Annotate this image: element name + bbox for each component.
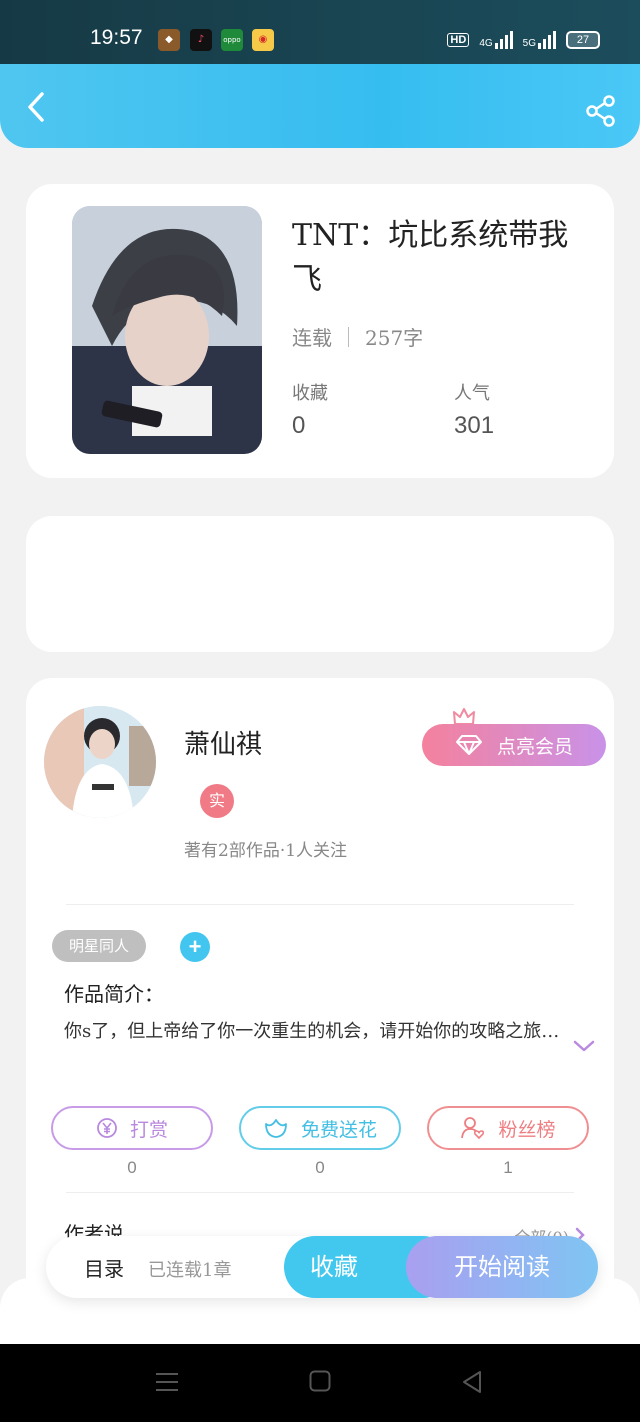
genre-tag[interactable]: 明星同人 — [52, 930, 146, 962]
fans-ranking-button[interactable]: 粉丝榜 — [427, 1106, 589, 1150]
cover-photo — [72, 206, 262, 454]
share-button[interactable] — [584, 94, 618, 128]
author-meta: 著有2部作品·1人关注 — [184, 841, 348, 861]
tip-button[interactable]: 打赏 — [51, 1106, 213, 1150]
chapter-count: 已连载1章 — [148, 1260, 232, 1281]
divider — [66, 904, 574, 905]
top-header — [0, 64, 640, 148]
author-avatar[interactable] — [44, 706, 156, 818]
fans-label: 粉丝榜 — [498, 1118, 556, 1141]
oppo-app-icon: oppo — [221, 29, 243, 51]
flower-label: 免费送花 — [300, 1118, 377, 1141]
diamond-icon — [455, 735, 482, 755]
back-button[interactable] — [22, 90, 52, 124]
divider — [348, 326, 349, 347]
system-nav-bar — [0, 1344, 640, 1422]
avatar-photo — [44, 706, 156, 818]
tip-count: 0 — [127, 1158, 137, 1177]
battery-icon: 27 — [566, 31, 600, 49]
verified-badge: 实 — [200, 784, 234, 818]
status-time: 19:57 — [90, 26, 143, 49]
intro-text: 你s了，但上帝给了你一次重生的机会，请开始你的攻略之旅… — [64, 1021, 560, 1042]
flower-icon — [265, 1119, 287, 1138]
game-app-icon: ◆ — [158, 29, 180, 51]
status-indicators: HD 4G 5G 27 — [447, 28, 600, 52]
home-icon[interactable] — [309, 1370, 331, 1392]
fans-count: 1 — [503, 1158, 513, 1177]
status-bar: 19:57 ◆ ♪ oppo ◉ HD 4G 5G 27 — [0, 0, 640, 64]
tiktok-app-icon: ♪ — [190, 29, 212, 51]
back-triangle-icon[interactable] — [461, 1370, 483, 1394]
book-info-card: TNT：坑比系统带我飞 连载 257字 收藏 0 人气 301 — [26, 184, 614, 478]
hd-icon: HD — [447, 33, 470, 47]
flower-count: 0 — [315, 1158, 325, 1177]
word-count: 257字 — [365, 326, 424, 350]
vip-button-label: 点亮会员 — [496, 735, 573, 758]
favorites-label: 收藏 — [292, 383, 328, 404]
user-heart-icon — [461, 1117, 485, 1140]
add-tag-button[interactable]: + — [180, 932, 210, 962]
intro-label: 作品简介： — [64, 982, 164, 1006]
chevron-down-icon[interactable] — [572, 1038, 596, 1054]
serial-status: 连载 — [292, 326, 332, 350]
weibo-app-icon: ◉ — [252, 29, 274, 51]
bottom-action-bar: 目录 已连载1章 收藏 开始阅读 — [46, 1236, 598, 1298]
popularity-label: 人气 — [454, 383, 490, 404]
signal-4g-icon: 4G — [479, 31, 513, 49]
chevron-left-icon — [28, 92, 44, 122]
menu-icon[interactable] — [155, 1370, 179, 1394]
divider — [66, 1192, 574, 1193]
book-title: TNT：坑比系统带我飞 — [292, 218, 569, 297]
yen-coin-icon — [97, 1118, 117, 1138]
popularity-value: 301 — [454, 412, 495, 439]
free-flower-button[interactable]: 免费送花 — [239, 1106, 401, 1150]
share-icon — [586, 95, 615, 127]
signal-bars-icon — [538, 31, 556, 49]
blank-card — [26, 516, 614, 652]
book-status-line: 连载 257字 — [292, 322, 423, 351]
tip-label: 打赏 — [129, 1118, 168, 1141]
vip-member-button[interactable]: 点亮会员 — [422, 724, 606, 766]
favorites-value: 0 — [292, 412, 306, 439]
catalog-button[interactable]: 目录 — [84, 1253, 124, 1282]
start-reading-button[interactable]: 开始阅读 — [406, 1236, 598, 1298]
author-name[interactable]: 萧仙祺 — [184, 724, 262, 761]
signal-bars-icon — [494, 31, 513, 49]
signal-5g-icon: 5G — [523, 31, 556, 49]
book-cover-image[interactable] — [72, 206, 262, 454]
